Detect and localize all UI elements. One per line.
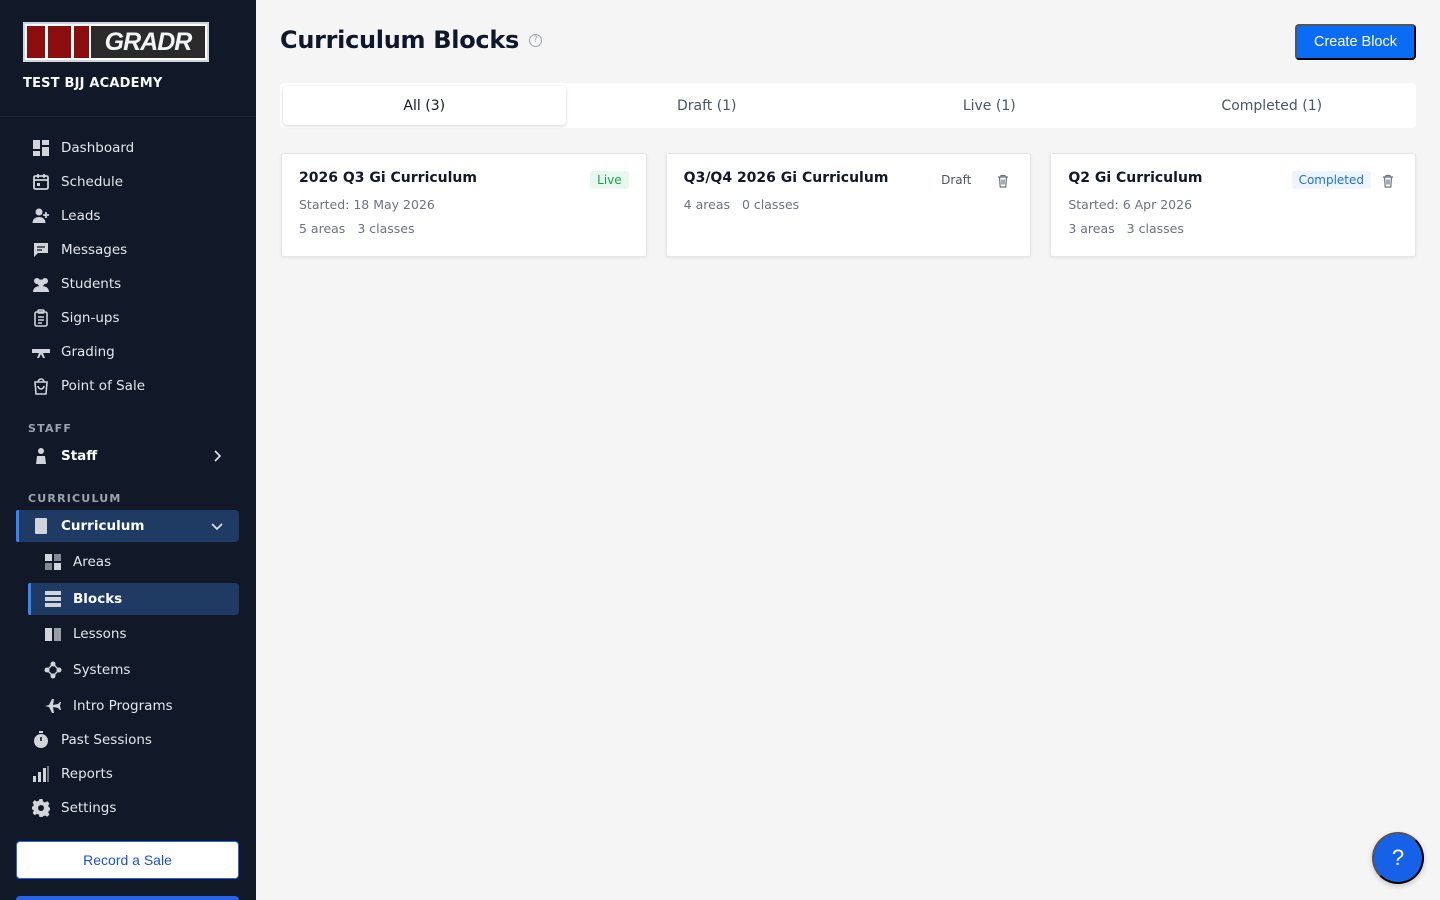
- block-title: 2026 Q3 Gi Curriculum: [299, 170, 477, 186]
- block-stats: 3 areas 3 classes: [1068, 221, 1398, 236]
- sidebar: GRADR TEST BJJ ACADEMY Dashboard Schedul…: [0, 0, 256, 900]
- sidebar-subitem-lessons[interactable]: Lessons: [28, 618, 239, 650]
- network-icon: [44, 661, 62, 679]
- sidebar-item-grading[interactable]: Grading: [16, 336, 239, 368]
- gradr-logo[interactable]: GRADR: [23, 22, 209, 62]
- shopping-bag-icon: [32, 377, 50, 395]
- grid-icon: [44, 553, 62, 571]
- book-icon: [44, 625, 62, 643]
- sidebar-subitem-intro-programs[interactable]: Intro Programs: [28, 690, 239, 722]
- notebook-icon: [32, 517, 50, 535]
- sidebar-item-students[interactable]: Students: [16, 268, 239, 300]
- sidebar-item-dashboard[interactable]: Dashboard: [16, 132, 239, 164]
- sidebar-item-messages[interactable]: Messages: [16, 234, 239, 266]
- person-icon: [32, 447, 50, 465]
- block-areas: 4 areas: [683, 197, 730, 212]
- sidebar-item-label: Settings: [61, 800, 117, 816]
- tab-draft[interactable]: Draft (1): [566, 86, 849, 125]
- plane-icon: [44, 697, 62, 715]
- block-classes: 3 classes: [1126, 221, 1184, 236]
- page-title-text: Curriculum Blocks: [280, 26, 519, 54]
- calendar-icon: [32, 173, 50, 191]
- user-plus-icon: [32, 207, 50, 225]
- logo-bars: [27, 26, 89, 58]
- chevron-right-icon: [214, 450, 222, 462]
- brand: GRADR TEST BJJ ACADEMY: [0, 0, 256, 117]
- sidebar-item-curriculum[interactable]: Curriculum: [16, 510, 239, 542]
- record-sale-button[interactable]: Record a Sale: [16, 841, 239, 879]
- sidebar-item-label: Past Sessions: [61, 732, 152, 748]
- sidebar-item-schedule[interactable]: Schedule: [16, 166, 239, 198]
- help-fab-button[interactable]: ?: [1372, 832, 1424, 884]
- sidebar-item-point-of-sale[interactable]: Point of Sale: [16, 370, 239, 402]
- tab-all[interactable]: All (3): [283, 86, 566, 125]
- sidebar-subitem-areas[interactable]: Areas: [28, 546, 239, 578]
- sidebar-item-label: Intro Programs: [73, 698, 173, 714]
- section-label-staff: STAFF: [28, 422, 73, 435]
- sidebar-item-past-sessions[interactable]: Past Sessions: [16, 724, 239, 756]
- sidebar-item-label: Systems: [73, 662, 131, 678]
- block-card[interactable]: Q3/Q4 2026 Gi Curriculum Draft 4 areas 0 …: [665, 153, 1032, 257]
- block-areas: 3 areas: [1068, 221, 1115, 236]
- students-icon: [32, 275, 50, 293]
- chat-icon: [32, 241, 50, 259]
- org-name: TEST BJJ ACADEMY: [23, 76, 163, 91]
- block-stats: 4 areas 0 classes: [684, 197, 1014, 212]
- trash-icon[interactable]: [1381, 174, 1395, 188]
- logo-text: GRADR: [91, 26, 205, 58]
- block-started: Started: 18 May 2026: [299, 197, 435, 212]
- sidebar-item-label: Curriculum: [61, 518, 145, 534]
- block-cards: 2026 Q3 Gi Curriculum Live Started: 18 M…: [281, 153, 1417, 257]
- clipboard-icon: [32, 309, 50, 327]
- status-tabs: All (3) Draft (1) Live (1) Completed (1): [280, 83, 1416, 128]
- block-stats: 5 areas 3 classes: [299, 221, 629, 236]
- bottom-action-button[interactable]: [16, 896, 239, 900]
- bar-chart-icon: [32, 765, 50, 783]
- sidebar-item-label: Schedule: [61, 174, 124, 190]
- block-classes: 0 classes: [742, 197, 800, 212]
- sidebar-item-staff[interactable]: Staff: [16, 440, 239, 472]
- sidebar-item-settings[interactable]: Settings: [16, 792, 239, 824]
- block-card[interactable]: 2026 Q3 Gi Curriculum Live Started: 18 M…: [281, 153, 647, 257]
- trash-icon[interactable]: [996, 174, 1010, 188]
- status-badge: Live: [590, 171, 629, 189]
- blocks-icon: [44, 590, 62, 608]
- page-title: Curriculum Blocks ?: [280, 26, 542, 54]
- sidebar-item-leads[interactable]: Leads: [16, 200, 239, 232]
- sidebar-item-reports[interactable]: Reports: [16, 758, 239, 790]
- sidebar-item-label: Staff: [61, 448, 98, 464]
- belt-icon: [32, 343, 50, 361]
- sidebar-item-label: Dashboard: [61, 140, 135, 156]
- sidebar-item-label: Lessons: [73, 626, 127, 642]
- sidebar-item-label: Reports: [61, 766, 113, 782]
- sidebar-item-label: Sign-ups: [61, 310, 120, 326]
- main-content: Curriculum Blocks ? Create Block All (3)…: [256, 0, 1440, 900]
- stopwatch-icon: [32, 731, 50, 749]
- sidebar-item-signups[interactable]: Sign-ups: [16, 302, 239, 334]
- tab-completed[interactable]: Completed (1): [1131, 86, 1414, 125]
- section-label-curriculum: CURRICULUM: [28, 492, 122, 505]
- sidebar-item-label: Students: [61, 276, 122, 292]
- tab-live[interactable]: Live (1): [848, 86, 1131, 125]
- block-classes: 3 classes: [357, 221, 415, 236]
- sidebar-item-label: Leads: [61, 208, 101, 224]
- sidebar-item-label: Point of Sale: [61, 378, 146, 394]
- sidebar-item-label: Messages: [61, 242, 128, 258]
- block-card[interactable]: Q2 Gi Curriculum Completed Started: 6 Ap…: [1050, 153, 1417, 257]
- sidebar-item-label: Grading: [61, 344, 115, 360]
- status-badge: Draft: [941, 173, 972, 187]
- sidebar-item-label: Blocks: [73, 591, 123, 607]
- dashboard-icon: [32, 139, 50, 157]
- sidebar-subitem-blocks[interactable]: Blocks: [28, 583, 239, 615]
- help-circle-icon[interactable]: ?: [528, 33, 542, 47]
- sidebar-subitem-systems[interactable]: Systems: [28, 654, 239, 686]
- gear-icon: [32, 799, 50, 817]
- block-areas: 5 areas: [299, 221, 346, 236]
- block-started: Started: 6 Apr 2026: [1068, 197, 1193, 212]
- status-badge: Completed: [1291, 171, 1372, 189]
- sidebar-item-label: Areas: [73, 554, 112, 570]
- chevron-down-icon: [211, 523, 223, 531]
- create-block-button[interactable]: Create Block: [1295, 24, 1416, 60]
